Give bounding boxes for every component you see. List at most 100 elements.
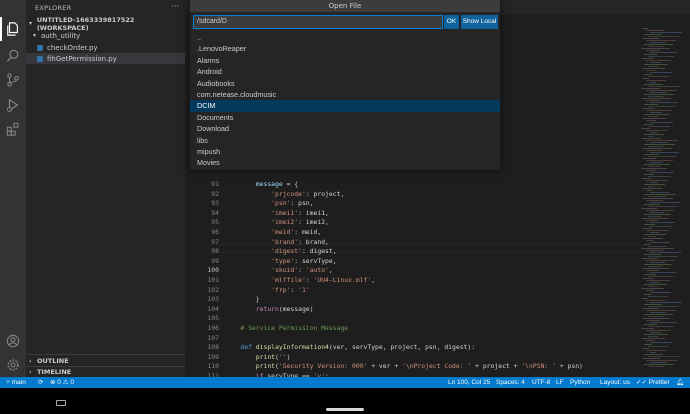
minimap-line — [648, 286, 657, 287]
cursor-position[interactable]: Ln 100, Col 25 — [448, 377, 490, 388]
file-option[interactable]: libs — [190, 135, 500, 146]
minimap-line — [644, 274, 656, 275]
code-token: '\nPSN: ' — [521, 362, 556, 371]
folder-auth-utility[interactable]: ▾ auth_utility — [33, 30, 80, 41]
minimap-line — [644, 84, 663, 85]
file-label: fihGetPermission.py — [47, 54, 117, 63]
code-line[interactable]: print('Security Version: 000' + ver + '\… — [225, 362, 583, 370]
code-token: 'prjcode' — [225, 189, 306, 198]
minimap-line — [648, 256, 678, 257]
code-line[interactable]: 'frp': '1' — [225, 286, 310, 294]
minimap-line — [646, 150, 662, 151]
home-gesture-bar[interactable] — [326, 408, 364, 411]
minimap-line — [646, 240, 653, 241]
keyboard-icon[interactable] — [56, 400, 66, 406]
minimap-line — [650, 282, 660, 283]
code-line[interactable]: 'psn': psn, — [225, 199, 313, 208]
minimap-line — [648, 46, 663, 47]
account-icon[interactable] — [5, 333, 21, 349]
file-item-selected[interactable]: fihGetPermission.py — [26, 53, 185, 64]
file-option[interactable]: .LenovoReaper — [190, 43, 500, 54]
minimap-line — [646, 100, 661, 101]
minimap-line — [650, 222, 675, 223]
code-line[interactable]: 'imei2': imei2, — [225, 218, 329, 226]
code-line[interactable]: 'mlffile': 'UU4-Linux.mlf', — [225, 276, 375, 284]
minimap-line — [642, 148, 672, 149]
ok-button[interactable]: OK — [444, 15, 459, 29]
file-option[interactable]: Documents — [190, 112, 500, 123]
show-local-button[interactable]: Show Local — [461, 15, 498, 29]
minimap[interactable] — [642, 28, 684, 373]
minimap-line — [642, 288, 664, 289]
minimap-line — [646, 360, 677, 361]
code-token: 'frp' — [225, 285, 291, 294]
language-mode[interactable]: Python — [570, 377, 590, 388]
minimap-line — [646, 200, 663, 201]
minimap-line — [646, 230, 669, 231]
explorer-sidebar: EXPLORER ··· ▾ UNTITLED-1663339817522 (W… — [26, 0, 185, 377]
prettier-status[interactable]: ✓✓ Prettier — [636, 377, 670, 388]
code-line[interactable]: def displayInformation4(ver, servType, p… — [225, 343, 475, 351]
open-file-dialog: Open File /sdcard/D OK Show Local .. .Len… — [190, 0, 500, 170]
workspace-header[interactable]: ▾ UNTITLED-1663339817522 (WORKSPACE) — [29, 16, 185, 32]
path-input[interactable]: /sdcard/D — [193, 15, 443, 29]
outline-header[interactable]: › OUTLINE — [29, 356, 69, 366]
indentation[interactable]: Spaces: 4 — [496, 377, 525, 388]
minimap-line — [648, 266, 662, 267]
file-option[interactable]: Android — [190, 66, 500, 77]
code-line[interactable]: 'brand': brand, — [225, 238, 329, 246]
minimap-line — [650, 92, 667, 93]
code-line[interactable]: # Service Permission Message — [225, 324, 348, 332]
code-line[interactable]: 'type': servType, — [225, 257, 336, 265]
code-line[interactable]: 'digest': digest, — [225, 247, 336, 255]
vertical-scrollbar[interactable] — [685, 14, 690, 377]
code-line[interactable]: 'meid': meid, — [225, 228, 321, 236]
file-option[interactable]: Alarms — [190, 55, 500, 66]
sync-icon[interactable]: ⟳ — [38, 377, 43, 388]
code-line[interactable]: message = { — [225, 180, 298, 188]
extensions-icon[interactable] — [5, 121, 21, 137]
file-item[interactable]: checkOrder.py — [37, 42, 98, 53]
files-icon[interactable] — [5, 21, 21, 37]
code-line[interactable]: return(message) — [225, 305, 314, 313]
chevron-down-icon: ▾ — [29, 20, 33, 27]
code-line[interactable]: 'prjcode': project, — [225, 190, 344, 198]
run-debug-icon[interactable] — [5, 97, 21, 113]
more-actions-icon[interactable]: ··· — [171, 2, 179, 11]
code-line[interactable]: 'imei1': imei1, — [225, 209, 329, 217]
file-option[interactable]: .. — [190, 32, 500, 43]
minimap-line — [650, 252, 681, 253]
problems-indicator[interactable]: ⊗ 0 ⚠ 0 — [50, 377, 74, 388]
minimap-line — [644, 184, 665, 185]
end-of-line[interactable]: LF — [556, 377, 564, 388]
code-token: 'skuid' — [225, 266, 299, 275]
code-token: : meid, — [294, 228, 322, 236]
file-option[interactable]: Download — [190, 123, 500, 134]
minimap-line — [642, 128, 650, 129]
outline-label: OUTLINE — [37, 357, 69, 365]
file-option[interactable]: Movies — [190, 157, 500, 168]
code-line[interactable]: 'skuid': 'auto', — [225, 266, 333, 274]
code-token: 'psn' — [225, 199, 291, 208]
minimap-line — [646, 180, 668, 181]
source-control-icon[interactable] — [5, 72, 21, 88]
file-option[interactable]: mipush — [190, 146, 500, 157]
encoding[interactable]: UTF-8 — [532, 377, 550, 388]
minimap-line — [642, 28, 648, 29]
code-token: 'brand' — [225, 237, 299, 246]
notifications-bell-icon[interactable]: 🔔︎ — [676, 377, 684, 388]
code-line[interactable]: print('') — [225, 353, 291, 361]
python-file-icon — [37, 55, 43, 62]
file-option[interactable]: com.netease.cloudmusic — [190, 89, 500, 100]
code-line[interactable]: } — [225, 295, 260, 303]
minimap-line — [648, 186, 655, 187]
file-option[interactable]: Audiobooks — [190, 78, 500, 89]
keyboard-layout[interactable]: Layout: us — [600, 377, 630, 388]
settings-gear-icon[interactable] — [5, 357, 21, 373]
timeline-header[interactable]: › TIMELINE — [29, 367, 71, 377]
minimap-line — [642, 328, 654, 329]
branch-indicator[interactable]: ⑂ main — [6, 377, 26, 388]
search-icon[interactable] — [5, 48, 21, 64]
minimap-line — [646, 110, 672, 111]
file-option[interactable]: DCIM — [190, 100, 500, 112]
